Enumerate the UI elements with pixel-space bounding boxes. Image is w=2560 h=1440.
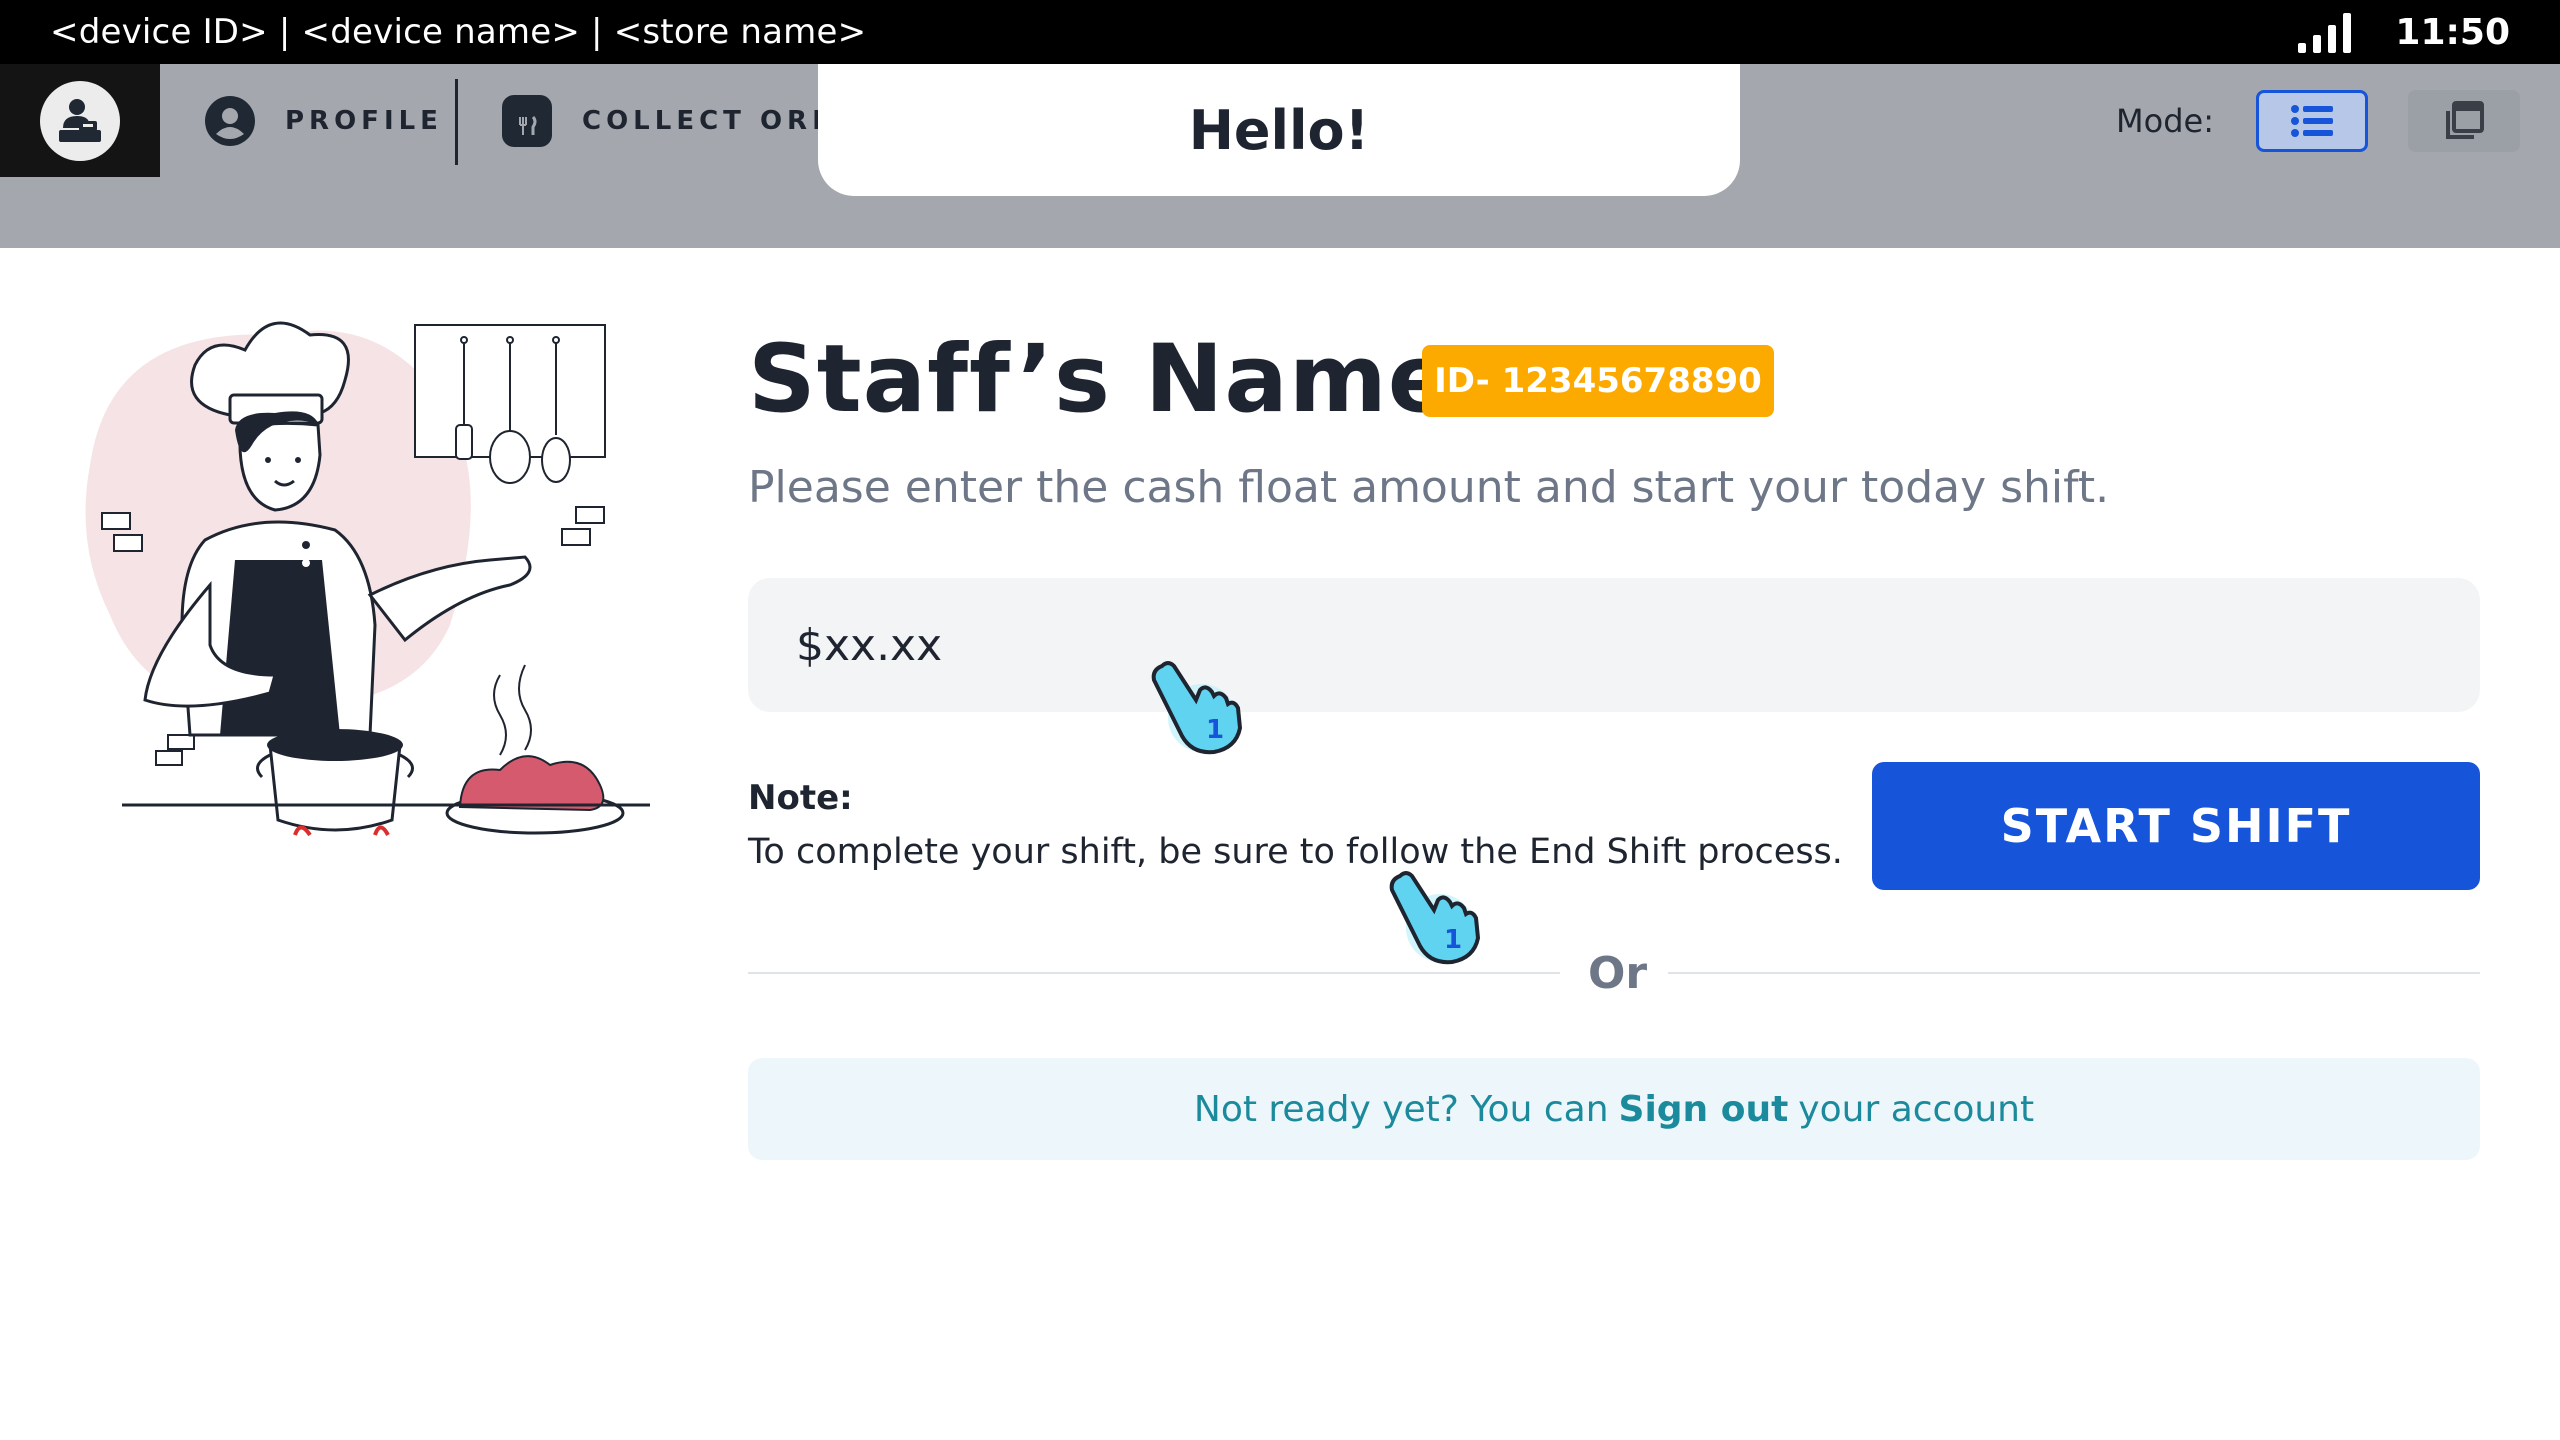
store-icon (502, 94, 552, 147)
multi-window-icon (2446, 100, 2484, 139)
divider-left (748, 972, 1560, 974)
list-mode-button[interactable] (2256, 89, 2368, 152)
signout-prefix: Not ready yet? You can (1193, 1088, 1609, 1130)
staff-id-badge: ID- 12345678890 (1422, 345, 1774, 417)
mode-label: Mode: (2116, 101, 2214, 140)
mode-switcher: Mode: (2116, 64, 2520, 177)
toast-message: Hello! (1188, 98, 1370, 162)
cash-float-input[interactable] (748, 578, 2480, 712)
start-shift-button[interactable]: START SHIFT (1872, 762, 2480, 890)
home-button[interactable] (0, 64, 160, 177)
chef-illustration (85, 321, 650, 837)
tap-hand-icon: 1 (1151, 661, 1243, 755)
divider-or-text: Or (1588, 948, 1648, 999)
multi-window-mode-button[interactable] (2408, 89, 2520, 152)
staff-name: Staff’s Name (748, 325, 1453, 434)
signout-suffix: your account (1798, 1088, 2035, 1130)
nav-item-collect-orders[interactable]: COLLECT ORDE (502, 64, 861, 177)
status-bar: <device ID> | <device name> | <store nam… (0, 0, 2560, 64)
note-text: To complete your shift, be sure to follo… (748, 832, 1843, 872)
nav-divider (455, 79, 458, 165)
tap-hand-icon: 1 (1389, 871, 1481, 965)
tap-hint-number: 1 (1206, 715, 1224, 745)
status-right: 11:50 (2298, 11, 2510, 53)
clock: 11:50 (2395, 11, 2510, 53)
list-icon (2291, 104, 2333, 137)
device-info: <device ID> | <device name> | <store nam… (50, 12, 867, 52)
note-title: Note: (748, 778, 853, 818)
tap-hint-number: 1 (1444, 925, 1462, 955)
nav-item-label: PROFILE (285, 105, 443, 136)
instruction-text: Please enter the cash float amount and s… (748, 462, 2110, 513)
signal-bars-icon (2298, 11, 2352, 53)
sign-out-link[interactable]: Sign out (1619, 1089, 1789, 1130)
cashier-icon (40, 80, 120, 161)
signout-panel: Not ready yet? You can Sign out your acc… (748, 1058, 2480, 1160)
divider-right (1668, 972, 2480, 974)
hello-toast: Hello! (818, 64, 1740, 196)
nav-item-profile[interactable]: PROFILE (205, 64, 443, 177)
user-circle-icon (205, 95, 255, 146)
